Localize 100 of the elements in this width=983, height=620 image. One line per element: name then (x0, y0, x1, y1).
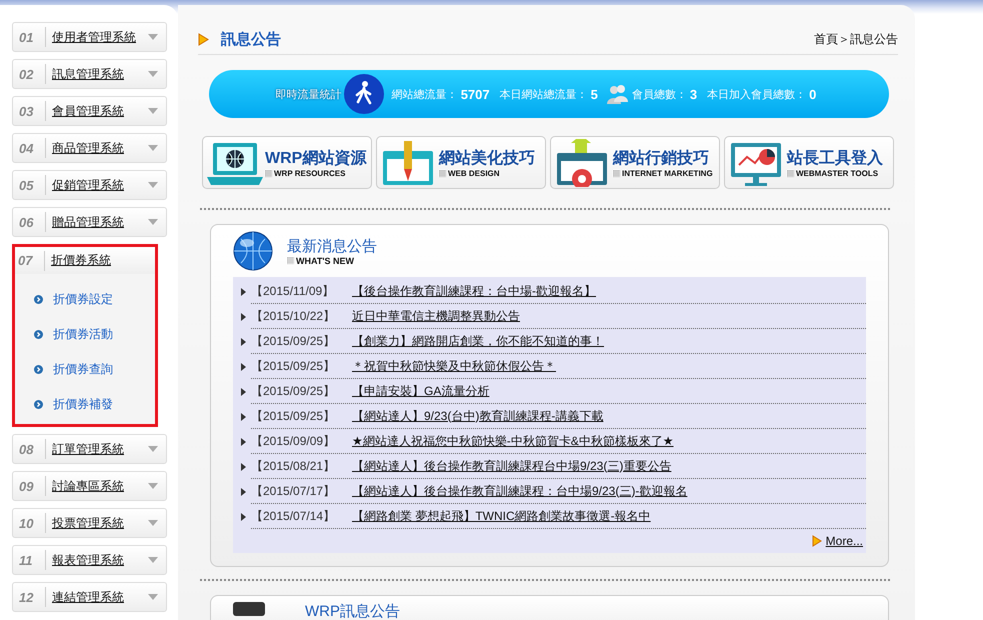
item-number: 10 (19, 516, 34, 530)
triangle-bullet-icon (241, 338, 246, 346)
submenu-link[interactable]: 折價券設定 (53, 291, 113, 308)
menu-link[interactable]: 連結管理系統 (52, 588, 144, 606)
news-link[interactable]: ★網站達人祝福您中秋節快樂-中秋節賀卡&中秋節樣板來了★ (352, 432, 674, 450)
shortcut-card[interactable]: 站長工具登入 WEBMASTER TOOLS (724, 136, 894, 189)
news-link[interactable]: 【網路創業 夢想起飛】TWNIC網路創業故事徵選-報名中 (352, 508, 651, 524)
sidebar-menu-item[interactable]: 02 訊息管理系統 (12, 59, 167, 89)
menu-link[interactable]: 會員管理系統 (52, 102, 144, 120)
menu-link[interactable]: 促銷管理系統 (52, 176, 144, 194)
stats-label: 即時流量統計 (276, 88, 342, 102)
news-link[interactable]: 【創業力】網路開店創業，你不能不知道的事！ (352, 332, 604, 350)
shortcut-card[interactable]: WRP網站資源 WRP RESOURCES (202, 136, 372, 189)
news-link[interactable]: 【網站達人】後台操作教育訓練課程台中場9/23(三)重要公告 (352, 458, 672, 474)
caret-icon (148, 108, 158, 114)
menu-link[interactable]: 使用者管理系統 (52, 28, 144, 46)
news-link[interactable]: 【網站達人】後台操作教育訓練課程：台中場9/23(三)-歡迎報名 (352, 482, 688, 500)
play-icon (812, 535, 822, 547)
news-link[interactable]: 【網站達人】9/23(台中)教育訓練課程-講義下載 (352, 408, 604, 424)
sidebar-menu-item[interactable]: 06 贈品管理系統 (12, 207, 167, 237)
item-number: 01 (19, 30, 34, 44)
menu-link[interactable]: 商品管理系統 (52, 140, 144, 156)
item-number: 09 (19, 478, 34, 494)
triangle-bullet-icon (241, 362, 246, 370)
grid-dots-icon (287, 257, 294, 264)
submenu-link[interactable]: 折價券查詢 (53, 361, 113, 378)
caret-icon (148, 182, 158, 188)
caret-icon (148, 145, 158, 151)
menu-link[interactable]: 折價券系統 (51, 252, 147, 269)
news-link[interactable]: ＊祝賀中秋節快樂及中秋節休假公告＊ (352, 358, 556, 374)
item-number: 02 (19, 66, 34, 82)
news-date: 【2015/09/09】 (251, 432, 336, 450)
stat-label: 本日加入會員總數： (707, 88, 806, 102)
card-subtitle: WEBMASTER TOOLS (796, 168, 878, 178)
stat-label: 本日網站總流量： (500, 88, 588, 102)
stat-label: 網站總流量： (392, 88, 458, 102)
card-title: 網站美化技巧 (439, 148, 535, 168)
caret-icon (148, 483, 158, 489)
menu-link[interactable]: 贈品管理系統 (52, 214, 144, 230)
menu-link[interactable]: 訊息管理系統 (52, 66, 144, 82)
bullet-icon (34, 400, 43, 409)
card-title: WRP網站資源 (265, 148, 366, 168)
card-subtitle: WEB DESIGN (448, 168, 500, 178)
news-date: 【2015/09/25】 (251, 332, 336, 350)
item-number: 06 (19, 214, 34, 230)
item-number: 12 (19, 590, 34, 604)
submenu-link[interactable]: 折價券補發 (53, 396, 113, 413)
menu-link[interactable]: 投票管理系統 (52, 514, 144, 532)
stat-label: 會員總數： (632, 88, 687, 102)
more-link[interactable]: More... (826, 534, 863, 548)
card-subtitle: INTERNET MARKETING (622, 168, 713, 178)
item-number: 07 (18, 253, 34, 268)
sidebar-menu-item[interactable]: 12 連結管理系統 (12, 582, 167, 612)
item-number: 11 (19, 552, 34, 568)
submenu-link[interactable]: 折價券活動 (53, 326, 113, 343)
caret-icon (148, 71, 158, 77)
news-link[interactable]: 【申請安裝】GA流量分析 (352, 382, 490, 400)
sidebar-menu-item[interactable]: 01 使用者管理系統 (12, 22, 167, 52)
sidebar-menu-item[interactable]: 03 會員管理系統 (12, 96, 167, 126)
triangle-bullet-icon (241, 462, 246, 470)
news-date: 【2015/09/25】 (251, 382, 336, 400)
caret-icon (148, 34, 158, 40)
caret-icon (148, 557, 158, 563)
menu-link[interactable]: 討論專區系統 (52, 478, 144, 494)
sidebar-menu-item[interactable]: 08 訂單管理系統 (12, 434, 167, 464)
shortcut-card[interactable]: 網站行銷技巧 INTERNET MARKETING (550, 136, 720, 189)
caret-icon (148, 446, 158, 452)
sidebar-menu-item[interactable]: 10 投票管理系統 (12, 508, 167, 538)
card-subtitle: WRP RESOURCES (274, 168, 346, 178)
sidebar-menu-item[interactable]: 11 報表管理系統 (12, 545, 167, 575)
news-date: 【2015/09/25】 (251, 408, 336, 424)
breadcrumb: 首頁＞訊息公告 (814, 30, 898, 48)
news-link[interactable]: 近日中華電信主機調整異動公告 (352, 308, 520, 324)
sidebar-menu-item[interactable]: 05 促銷管理系統 (12, 170, 167, 200)
triangle-bullet-icon (241, 312, 246, 320)
triangle-bullet-icon (241, 388, 246, 396)
triangle-bullet-icon (241, 512, 246, 520)
menu-link[interactable]: 報表管理系統 (52, 552, 144, 568)
item-number: 08 (19, 442, 34, 456)
menu-link[interactable]: 訂單管理系統 (52, 440, 144, 458)
stat-value: 5707 (460, 86, 490, 102)
dark-square-icon (233, 602, 265, 616)
news-date: 【2015/10/22】 (251, 308, 336, 324)
play-icon (198, 32, 209, 46)
triangle-bullet-icon (241, 438, 246, 446)
item-number: 03 (19, 104, 34, 118)
item-number: 04 (19, 140, 34, 156)
bullet-icon (34, 365, 43, 374)
sidebar-menu-item[interactable]: 04 商品管理系統 (12, 133, 167, 163)
shortcut-card[interactable]: 網站美化技巧 WEB DESIGN (376, 136, 546, 189)
news-date: 【2015/07/17】 (251, 482, 336, 500)
stat-value: 3 (690, 86, 698, 102)
page-title: 訊息公告 (221, 30, 282, 48)
bullet-icon (34, 330, 43, 339)
news-date: 【2015/11/09】 (251, 282, 336, 300)
sidebar-menu-item[interactable]: 09 討論專區系統 (12, 471, 167, 501)
bullet-icon (34, 295, 43, 304)
caret-icon (148, 594, 158, 600)
news-link[interactable]: 【後台操作教育訓練課程：台中場-歡迎報名】 (352, 282, 596, 300)
triangle-bullet-icon (241, 288, 246, 296)
